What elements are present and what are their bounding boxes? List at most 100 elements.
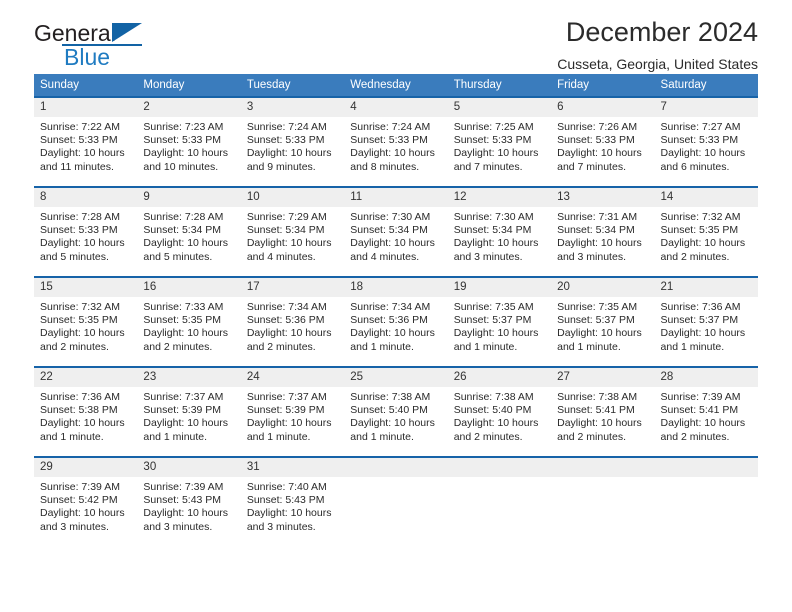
day-number: 23 [137,368,241,387]
day-number: 19 [447,278,552,297]
day-cell[interactable]: 4 Sunrise: 7:24 AM Sunset: 5:33 PM Daylight… [344,96,448,187]
daylight-text-line1: Daylight: 10 hours [246,417,332,430]
daylight-text-line2: and 4 minutes. [350,250,420,263]
day-number [344,458,448,477]
week-row: 1 Sunrise: 7:22 AM Sunset: 5:33 PM Daylight… [34,96,758,187]
day-cell[interactable]: 9 Sunrise: 7:28 AM Sunset: 5:34 PM Daylight… [137,186,241,277]
day-number: 30 [137,458,241,477]
sunset-text: Sunset: 5:34 PM [246,224,325,237]
daylight-text-line1: Daylight: 10 hours [246,147,332,160]
day-cell[interactable]: 16 Sunrise: 7:33 AM Sunset: 5:35 PM Dayligh… [137,276,241,367]
day-cell[interactable]: 11 Sunrise: 7:30 AM Sunset: 5:34 PM Dayligh… [344,186,448,277]
day-cell[interactable]: 15 Sunrise: 7:32 AM Sunset: 5:35 PM Dayligh… [34,276,138,367]
day-cell[interactable]: 27 Sunrise: 7:38 AM Sunset: 5:41 PM Dayligh… [551,366,655,457]
sunrise-text: Sunrise: 7:38 AM [453,391,534,403]
daylight-text-line1: Daylight: 10 hours [453,237,539,250]
daylight-text-line2: and 2 minutes. [143,340,213,353]
sunrise-text: Sunrise: 7:22 AM [40,121,120,133]
day-cell[interactable]: 6 Sunrise: 7:26 AM Sunset: 5:33 PM Daylight… [551,96,655,187]
day-cell[interactable]: 19 Sunrise: 7:35 AM Sunset: 5:37 PM Dayligh… [447,276,552,367]
day-number: 2 [137,98,241,117]
daylight-text-line2: and 1 minute. [350,430,414,443]
location-subtitle: Cusseta, Georgia, United States [557,56,758,72]
day-cell[interactable]: 14 Sunrise: 7:32 AM Sunset: 5:35 PM Dayligh… [654,186,758,277]
day-cell[interactable]: 23 Sunrise: 7:37 AM Sunset: 5:39 PM Dayligh… [137,366,241,457]
day-cell[interactable]: 21 Sunrise: 7:36 AM Sunset: 5:37 PM Dayligh… [654,276,758,367]
day-cell[interactable]: 10 Sunrise: 7:29 AM Sunset: 5:34 PM Dayligh… [240,186,345,277]
daylight-text-line1: Daylight: 10 hours [143,147,229,160]
daylight-text-line1: Daylight: 10 hours [246,237,332,250]
daylight-text-line1: Daylight: 10 hours [453,417,539,430]
calendar-page: General Blue December 2024 Cusseta, Geor… [0,0,792,612]
sunrise-text: Sunrise: 7:24 AM [246,121,327,133]
daylight-text-line2: and 2 minutes. [557,430,626,443]
day-details: Sunrise: 7:38 AM Sunset: 5:40 PM Daylight:… [448,387,551,444]
daylight-text-line1: Daylight: 10 hours [453,147,539,160]
day-number: 18 [344,278,448,297]
sunset-text: Sunset: 5:35 PM [40,314,118,327]
day-cell[interactable]: 25 Sunrise: 7:38 AM Sunset: 5:40 PM Dayligh… [344,366,448,457]
day-cell[interactable]: 20 Sunrise: 7:35 AM Sunset: 5:37 PM Dayligh… [551,276,655,367]
day-details: Sunrise: 7:29 AM Sunset: 5:34 PM Daylight:… [241,207,344,264]
sunset-text: Sunset: 5:36 PM [350,314,428,327]
day-cell[interactable]: 2 Sunrise: 7:23 AM Sunset: 5:33 PM Daylight… [137,96,241,187]
daylight-text-line2: and 5 minutes. [143,250,213,263]
day-number [654,458,758,477]
day-cell[interactable]: 8 Sunrise: 7:28 AM Sunset: 5:33 PM Daylight… [34,186,138,277]
day-number: 24 [240,368,345,387]
day-number: 25 [344,368,448,387]
day-cell[interactable]: 12 Sunrise: 7:30 AM Sunset: 5:34 PM Dayligh… [447,186,552,277]
sunrise-sunset-calendar-grid: Sunday Monday Tuesday Wednesday Thursday… [34,74,758,546]
day-details: Sunrise: 7:32 AM Sunset: 5:35 PM Daylight:… [655,207,758,264]
day-details: Sunrise: 7:22 AM Sunset: 5:33 PM Daylight:… [34,117,137,174]
day-cell[interactable]: 31 Sunrise: 7:40 AM Sunset: 5:43 PM Dayligh… [240,456,345,546]
day-cell[interactable]: 24 Sunrise: 7:37 AM Sunset: 5:39 PM Dayligh… [240,366,345,457]
daylight-text-line1: Daylight: 10 hours [40,507,125,520]
daylight-text-line2: and 10 minutes. [143,160,219,173]
sunset-text: Sunset: 5:43 PM [143,494,222,507]
day-cell[interactable]: 3 Sunrise: 7:24 AM Sunset: 5:33 PM Daylight… [240,96,345,187]
day-details: Sunrise: 7:38 AM Sunset: 5:40 PM Daylight:… [344,387,447,444]
daylight-text-line1: Daylight: 10 hours [350,417,435,430]
day-cell[interactable]: 28 Sunrise: 7:39 AM Sunset: 5:41 PM Dayligh… [654,366,758,457]
day-number: 15 [34,278,138,297]
day-cell[interactable]: 1 Sunrise: 7:22 AM Sunset: 5:33 PM Daylight… [34,96,138,187]
daylight-text-line1: Daylight: 10 hours [557,327,642,340]
dow-header-saturday: Saturday [654,74,758,97]
day-cell-empty [551,456,655,546]
day-number: 27 [551,368,655,387]
day-cell[interactable]: 26 Sunrise: 7:38 AM Sunset: 5:40 PM Dayligh… [447,366,552,457]
day-number: 20 [551,278,655,297]
day-cell[interactable]: 18 Sunrise: 7:34 AM Sunset: 5:36 PM Dayligh… [344,276,448,367]
day-cell[interactable]: 5 Sunrise: 7:25 AM Sunset: 5:33 PM Daylight… [447,96,552,187]
sunrise-text: Sunrise: 7:25 AM [453,121,534,133]
daylight-text-line2: and 1 minute. [350,340,414,353]
day-details: Sunrise: 7:24 AM Sunset: 5:33 PM Daylight:… [344,117,447,174]
sunrise-text: Sunrise: 7:24 AM [350,121,431,133]
day-cell[interactable]: 29 Sunrise: 7:39 AM Sunset: 5:42 PM Dayligh… [34,456,138,546]
page-header: General Blue December 2024 Cusseta, Geor… [34,0,758,74]
day-number [551,458,655,477]
dow-header-sunday: Sunday [34,74,138,97]
daylight-text-line1: Daylight: 10 hours [143,237,229,250]
page-title: December 2024 [565,17,758,47]
brand-logo[interactable]: General Blue [34,22,204,74]
daylight-text-line1: Daylight: 10 hours [40,147,125,160]
sunset-text: Sunset: 5:34 PM [350,224,428,237]
daylight-text-line1: Daylight: 10 hours [350,327,435,340]
day-number: 16 [137,278,241,297]
day-cell[interactable]: 22 Sunrise: 7:36 AM Sunset: 5:38 PM Dayligh… [34,366,138,457]
sunset-text: Sunset: 5:34 PM [143,224,222,237]
day-cell[interactable]: 7 Sunrise: 7:27 AM Sunset: 5:33 PM Daylight… [654,96,758,187]
day-cell[interactable]: 13 Sunrise: 7:31 AM Sunset: 5:34 PM Dayligh… [551,186,655,277]
dow-header-tuesday: Tuesday [240,74,345,97]
daylight-text-line1: Daylight: 10 hours [143,327,229,340]
day-cell[interactable]: 17 Sunrise: 7:34 AM Sunset: 5:36 PM Dayligh… [240,276,345,367]
day-details: Sunrise: 7:30 AM Sunset: 5:34 PM Daylight:… [448,207,551,264]
day-details: Sunrise: 7:39 AM Sunset: 5:42 PM Daylight:… [34,477,137,534]
day-cell[interactable]: 30 Sunrise: 7:39 AM Sunset: 5:43 PM Dayligh… [137,456,241,546]
day-number: 5 [447,98,552,117]
sunset-text: Sunset: 5:33 PM [143,134,222,147]
sunset-text: Sunset: 5:37 PM [557,314,635,327]
day-details: Sunrise: 7:30 AM Sunset: 5:34 PM Daylight:… [344,207,447,264]
